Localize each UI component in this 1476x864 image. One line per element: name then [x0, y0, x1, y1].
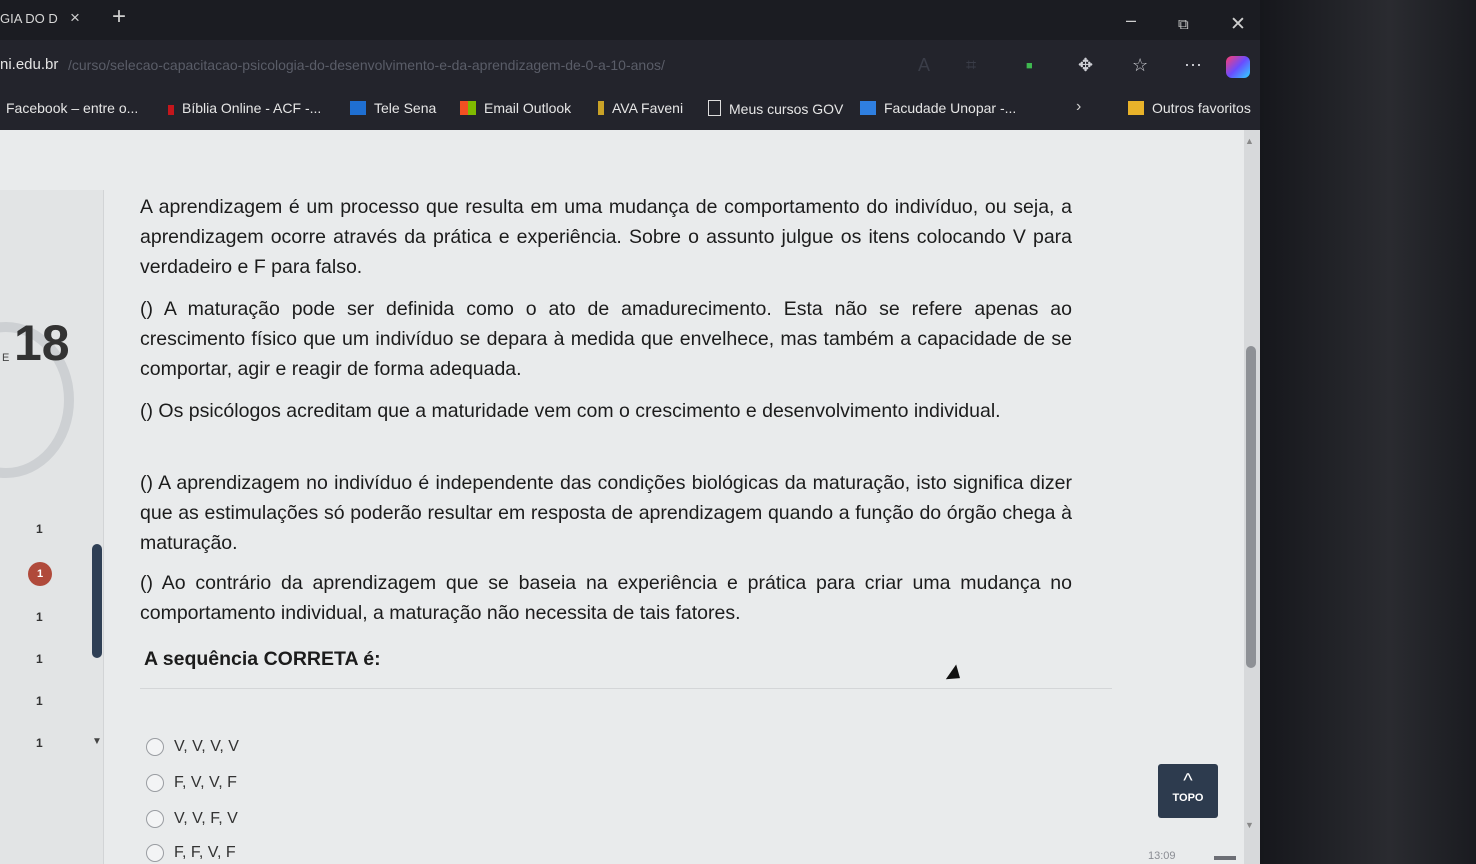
tab-close-icon[interactable]: × [70, 8, 80, 28]
scroll-up-icon[interactable]: ▲ [1245, 136, 1254, 146]
question-statement: A aprendizagem é um processo que resulta… [140, 196, 1072, 278]
bookmark-facebook[interactable]: Facebook – entre o... [6, 100, 138, 116]
radio-button[interactable] [146, 774, 164, 792]
answer-option[interactable]: F, V, V, F [146, 774, 237, 792]
page-scrollbar-thumb[interactable] [1246, 346, 1256, 668]
url-path[interactable]: /curso/selecao-capacitacao-psicologia-do… [68, 57, 665, 73]
profile-icon[interactable]: ⋯ [1184, 55, 1202, 76]
arrow-up-icon: ^ [1183, 770, 1193, 792]
bookmark-label: AVA Faveni [612, 100, 684, 116]
extension-icon[interactable]: ■ [1026, 60, 1033, 72]
page-content: E 18 ▲ 1 1 1 1 1 1 ▼ A aprendizagem é um… [0, 130, 1244, 864]
browser-chrome: GIA DO D × + – ⧉ ✕ ni.edu.br /curso/sele… [0, 0, 1260, 130]
bookmarks-bar: Facebook – entre o... Bíblia Online - AC… [0, 90, 1260, 128]
back-to-top-label: TOPO [1172, 792, 1204, 804]
browser-tab[interactable]: GIA DO D × [0, 0, 100, 38]
translate-icon[interactable]: ⌗ [966, 55, 976, 76]
nav-item[interactable]: 1 [36, 694, 43, 708]
mouse-cursor-icon [945, 664, 966, 686]
taskbar-clock: 13:09 [1148, 850, 1176, 862]
other-favorites-folder[interactable]: Outros favoritos [1128, 100, 1251, 116]
bookmark-label: Facudade Unopar -... [884, 100, 1017, 116]
option-label: V, V, V, V [174, 738, 239, 755]
unopar-icon [860, 101, 876, 115]
window-close-button[interactable]: ✕ [1230, 13, 1246, 36]
copilot-icon[interactable] [1226, 56, 1250, 78]
new-tab-button[interactable]: + [112, 4, 126, 30]
question-number: 18 [14, 315, 70, 371]
bookmark-label: Facebook – entre o... [6, 100, 139, 116]
answer-option[interactable]: V, V, V, V [146, 738, 239, 756]
url-host[interactable]: ni.edu.br [0, 56, 58, 73]
bookmark-outlook[interactable]: Email Outlook [460, 100, 571, 116]
restore-button[interactable]: ⧉ [1178, 16, 1189, 33]
scroll-down-icon[interactable]: ▼ [1245, 820, 1254, 830]
radio-button[interactable] [146, 810, 164, 828]
other-favorites-label: Outros favoritos [1152, 100, 1251, 116]
sequence-label: A sequência CORRETA é: [144, 648, 381, 670]
bookmark-meus-cursos[interactable]: Meus cursos GOV [708, 100, 843, 117]
bookmark-biblia[interactable]: Bíblia Online - ACF -... [168, 100, 321, 116]
read-aloud-icon[interactable]: A [918, 55, 930, 76]
bookmark-label: Tele Sena [374, 100, 437, 116]
radio-button[interactable] [146, 844, 164, 862]
question-item: () A maturação pode ser definida como o … [140, 298, 1072, 380]
panel-label: E [2, 352, 10, 364]
radio-button[interactable] [146, 738, 164, 756]
bookmarks-chevron-icon[interactable]: › [1076, 98, 1081, 116]
puzzle-icon[interactable]: ✥ [1078, 55, 1093, 76]
option-label: F, V, V, F [174, 774, 237, 791]
folder-icon [1128, 101, 1144, 115]
bookmark-tele-sena[interactable]: Tele Sena [350, 100, 436, 116]
faveni-icon [598, 101, 604, 115]
back-to-top-button[interactable]: ^ TOPO [1158, 764, 1218, 818]
bookmark-unopar[interactable]: Facudade Unopar -... [860, 100, 1016, 116]
nav-item-current[interactable]: 1 [28, 562, 52, 586]
monitor-bezel [1260, 0, 1476, 864]
address-bar[interactable]: ni.edu.br /curso/selecao-capacitacao-psi… [0, 44, 1260, 86]
divider [140, 688, 1112, 689]
outlook-icon [460, 101, 476, 115]
question-item: () Ao contrário da aprendizagem que se b… [140, 572, 1072, 624]
nav-item[interactable]: 1 [36, 522, 43, 536]
bible-icon [168, 105, 174, 115]
nav-down-icon[interactable]: ▼ [92, 736, 102, 747]
option-label: F, F, V, F [174, 844, 236, 861]
bookmark-label: Meus cursos GOV [729, 101, 844, 117]
bookmark-label: Bíblia Online - ACF -... [182, 100, 322, 116]
option-label: V, V, F, V [174, 810, 238, 827]
favorites-icon[interactable]: ☆ [1132, 55, 1148, 76]
nav-scrollbar[interactable] [92, 544, 102, 658]
answer-option[interactable]: V, V, F, V [146, 810, 238, 828]
nav-item[interactable]: 1 [36, 736, 43, 750]
tab-bar: GIA DO D × + – ⧉ ✕ [0, 0, 1260, 40]
question-nav-panel: E 18 ▲ 1 1 1 1 1 1 ▼ [0, 190, 104, 864]
bookmark-label: Email Outlook [484, 100, 572, 116]
tele-sena-icon [350, 101, 366, 115]
question-item: () A aprendizagem no indivíduo é indepen… [140, 472, 1072, 554]
taskbar-indicator [1214, 856, 1236, 860]
bookmark-ava-faveni[interactable]: AVA Faveni [598, 100, 683, 116]
minimize-button[interactable]: – [1126, 10, 1136, 31]
nav-item[interactable]: 1 [36, 652, 43, 666]
answer-option[interactable]: F, F, V, F [146, 844, 236, 862]
tab-title: GIA DO D [0, 11, 58, 26]
nav-item[interactable]: 1 [36, 610, 43, 624]
question-item: () Os psicólogos acreditam que a maturid… [140, 400, 1001, 422]
document-icon [708, 100, 721, 116]
